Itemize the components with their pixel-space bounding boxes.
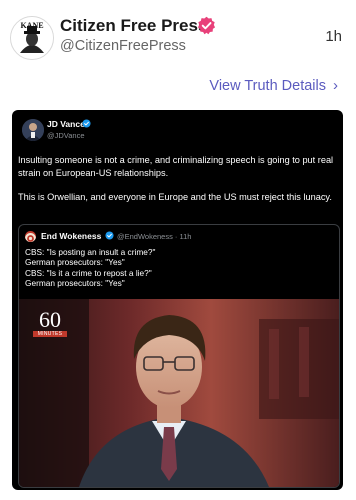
quote-line: German prosecutors: "Yes" bbox=[25, 278, 125, 289]
logo-text: MINUTES bbox=[33, 331, 67, 337]
embed-body: Insulting someone is not a crime, and cr… bbox=[18, 154, 340, 216]
svg-text:KANE: KANE bbox=[20, 21, 43, 30]
post-time: 1h bbox=[325, 28, 342, 45]
quote-text: CBS: "Is posting an insult a crime?" Ger… bbox=[25, 247, 155, 289]
embed-verified-icon bbox=[82, 119, 91, 128]
embed-paragraph: Insulting someone is not a crime, and cr… bbox=[18, 155, 334, 178]
sixty-minutes-logo: 60 MINUTES bbox=[33, 309, 67, 337]
embed-author-name: JD Vance bbox=[47, 119, 85, 129]
embed-author-handle: @JDVance bbox=[47, 131, 85, 140]
view-truth-details-label: View Truth Details bbox=[209, 78, 326, 94]
quote-line: CBS: "Is it a crime to repost a lie?" bbox=[25, 267, 152, 278]
quoted-post: End Wokeness @EndWokeness · 11h CBS: "Is… bbox=[18, 224, 340, 488]
author-avatar[interactable]: KANE bbox=[10, 16, 54, 60]
verified-badge-icon bbox=[197, 16, 216, 35]
quote-line: German prosecutors: "Yes" bbox=[25, 257, 125, 268]
embedded-post-image[interactable]: JD Vance @JDVance Insulting someone is n… bbox=[12, 110, 343, 490]
author-name[interactable]: Citizen Free Press bbox=[60, 16, 207, 36]
embed-author-avatar bbox=[22, 119, 44, 141]
view-truth-details-link[interactable]: View Truth Details › bbox=[209, 77, 338, 94]
quote-author-avatar bbox=[25, 231, 36, 242]
quote-meta: @EndWokeness · 11h bbox=[117, 232, 192, 241]
logo-number: 60 bbox=[39, 307, 61, 332]
video-frame: 60 MINUTES bbox=[19, 299, 339, 487]
quote-author-name: End Wokeness bbox=[41, 231, 102, 241]
video-frame-illustration bbox=[19, 299, 339, 487]
quote-verified-icon bbox=[105, 231, 114, 240]
embed-paragraph: This is Orwellian, and everyone in Europ… bbox=[18, 192, 332, 203]
post-header: KANE Citizen Free Press @CitizenFreePres… bbox=[0, 0, 356, 70]
chevron-right-icon: › bbox=[333, 77, 338, 94]
quote-line: CBS: "Is posting an insult a crime?" bbox=[25, 247, 156, 257]
author-handle[interactable]: @CitizenFreePress bbox=[60, 38, 186, 54]
